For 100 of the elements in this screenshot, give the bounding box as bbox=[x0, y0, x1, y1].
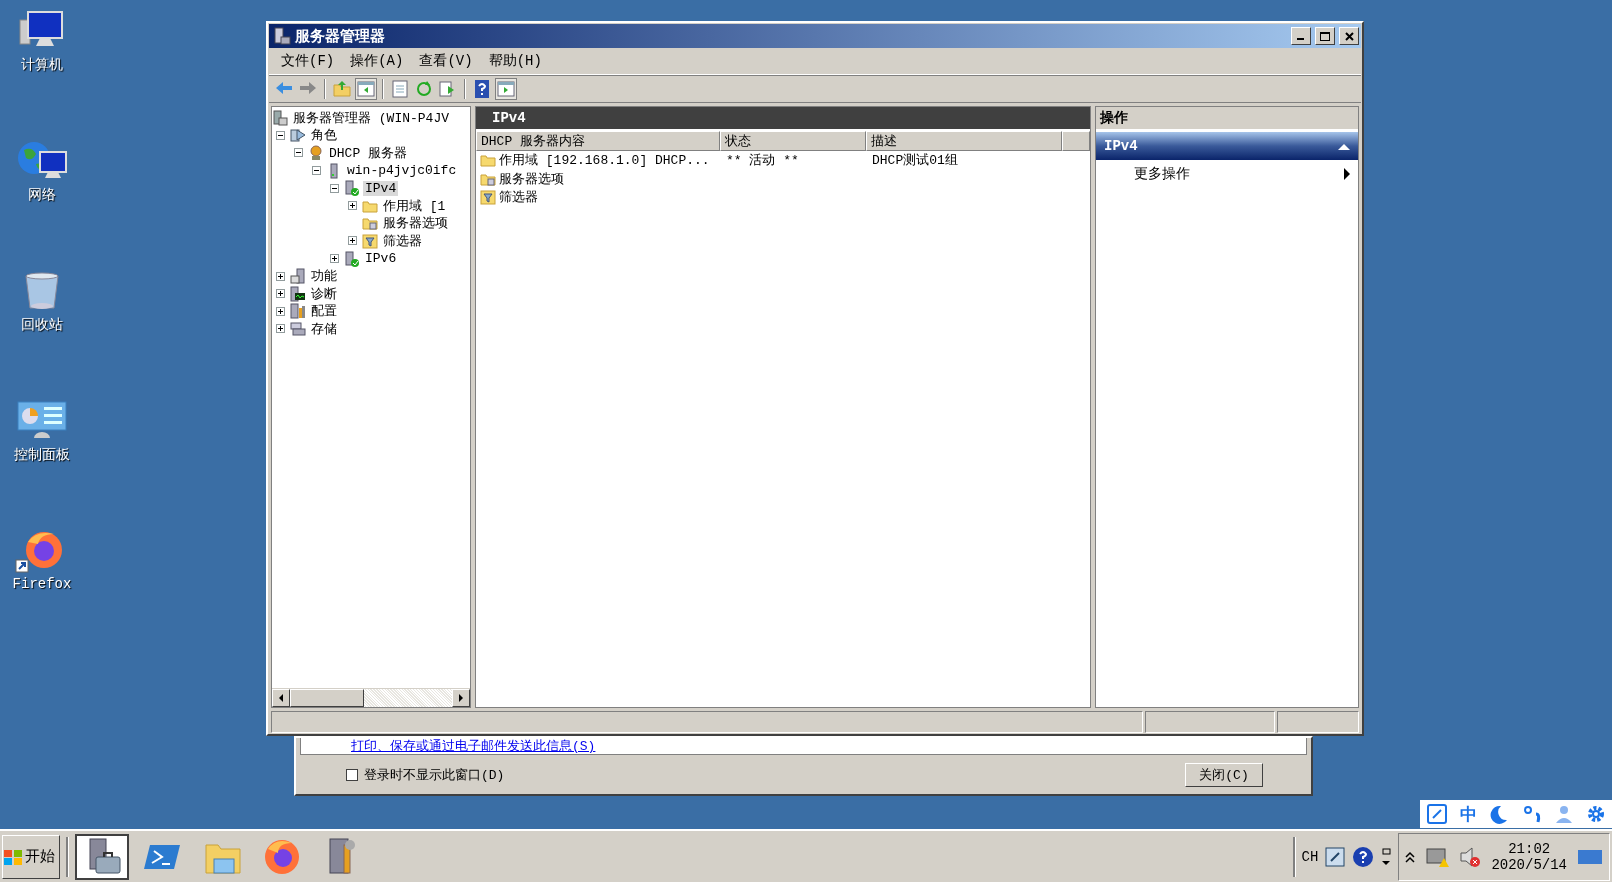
desktop-shortcut[interactable]: 控制面板 bbox=[6, 398, 78, 464]
desktop-shortcut[interactable]: 计算机 bbox=[6, 8, 78, 74]
expand-button[interactable] bbox=[276, 306, 285, 316]
punctuation-icon bbox=[1521, 804, 1542, 824]
horizontal-scrollbar[interactable] bbox=[272, 688, 470, 707]
caret-up-icon bbox=[1338, 142, 1350, 150]
left-arrow-icon bbox=[278, 694, 284, 702]
desktop-shortcut[interactable]: 回收站 bbox=[6, 268, 78, 334]
speaker-muted-icon bbox=[1459, 844, 1482, 869]
filter-icon bbox=[362, 232, 378, 249]
config-icon bbox=[290, 303, 306, 320]
expand-button[interactable] bbox=[348, 201, 357, 211]
tree-item[interactable]: 作用域 [1 bbox=[381, 196, 448, 215]
language-indicator[interactable]: CH bbox=[1301, 848, 1319, 865]
caret-right-icon bbox=[1344, 168, 1350, 180]
column-header[interactable]: DHCP 服务器内容 bbox=[476, 131, 720, 151]
maximize-icon bbox=[1320, 31, 1330, 41]
tree-item[interactable]: IPv4 bbox=[363, 180, 399, 196]
plus-icon bbox=[277, 307, 284, 315]
filter-icon bbox=[480, 189, 496, 206]
actions-section-header[interactable]: IPv4 bbox=[1096, 132, 1358, 160]
action-item[interactable]: 更多操作 bbox=[1096, 160, 1358, 188]
document-icon bbox=[390, 79, 410, 99]
expand-button[interactable] bbox=[276, 271, 285, 281]
pane-title: IPv4 bbox=[476, 107, 1090, 129]
window-title: 服务器管理器 bbox=[295, 27, 386, 46]
help-icon bbox=[1352, 845, 1375, 868]
user-icon bbox=[1553, 804, 1574, 824]
handwriting-pad-icon bbox=[1324, 845, 1347, 868]
help-icon bbox=[472, 79, 492, 99]
tree-item[interactable]: 诊断 bbox=[309, 284, 339, 303]
server-icon bbox=[273, 27, 291, 45]
input-mode-toggle[interactable]: 中 bbox=[1460, 802, 1478, 826]
chevron-up-icon bbox=[1405, 849, 1416, 864]
tree-item[interactable]: 筛选器 bbox=[381, 231, 424, 250]
trophy-icon bbox=[308, 145, 324, 161]
expand-button[interactable] bbox=[348, 236, 357, 246]
server-icon bbox=[272, 109, 288, 126]
tree-item[interactable]: 服务器管理器 (WIN-P4JV bbox=[291, 108, 451, 127]
expand-button[interactable] bbox=[330, 254, 339, 264]
properties-button[interactable] bbox=[389, 78, 411, 100]
plus-icon bbox=[349, 202, 356, 210]
collapse-button[interactable] bbox=[294, 148, 303, 158]
clock-date[interactable]: 2020/5/14 bbox=[1491, 856, 1567, 873]
menu-item[interactable]: 查看(V) bbox=[413, 50, 479, 72]
right-arrow-icon bbox=[458, 694, 464, 702]
clock-time[interactable]: 21:02 bbox=[1508, 840, 1551, 857]
folder-options-icon bbox=[362, 215, 378, 232]
features-icon bbox=[290, 268, 306, 285]
server-check-icon bbox=[344, 250, 360, 267]
folder-icon bbox=[480, 152, 496, 169]
tree-item[interactable]: DHCP 服务器 bbox=[327, 144, 409, 162]
tree-item[interactable]: IPv6 bbox=[363, 251, 399, 267]
plus-icon bbox=[277, 272, 284, 280]
console-tree-button[interactable] bbox=[355, 78, 377, 100]
restore-icon bbox=[1380, 845, 1393, 868]
taskbar-app-button[interactable] bbox=[75, 833, 129, 880]
list-item[interactable]: 作用域 [192.168.1.0] DHCP... bbox=[476, 151, 720, 170]
menu-item[interactable]: 文件(F) bbox=[275, 50, 341, 72]
plus-icon bbox=[349, 237, 356, 245]
diagnostics-icon bbox=[290, 285, 306, 302]
list-item[interactable]: 筛选器 bbox=[476, 188, 720, 207]
refresh-icon bbox=[414, 79, 434, 99]
maximize-button[interactable] bbox=[1315, 27, 1335, 45]
collapse-button[interactable] bbox=[312, 166, 321, 176]
plus-icon bbox=[277, 325, 284, 333]
close-icon bbox=[1344, 31, 1354, 41]
tree-item[interactable]: 配置 bbox=[309, 302, 339, 321]
start-button[interactable]: 开始 bbox=[2, 834, 60, 879]
panel-icon bbox=[496, 79, 516, 99]
roles-icon bbox=[290, 127, 306, 144]
column-header[interactable]: 描述 bbox=[866, 131, 1062, 151]
list-item[interactable]: 服务器选项 bbox=[476, 169, 720, 188]
column-header[interactable]: 状态 bbox=[720, 131, 866, 151]
desktop-shortcut[interactable]: Firefox bbox=[6, 528, 78, 592]
tree-item[interactable]: 存储 bbox=[309, 319, 339, 338]
minimize-button[interactable] bbox=[1291, 27, 1311, 45]
tree-item[interactable]: 服务器选项 bbox=[381, 214, 450, 233]
expand-button[interactable] bbox=[276, 289, 285, 299]
status-cell-text: ** 活动 ** bbox=[725, 152, 800, 170]
checkbox[interactable] bbox=[346, 768, 358, 781]
menu-item[interactable]: 操作(A) bbox=[344, 50, 410, 72]
tree-item[interactable]: 角色 bbox=[309, 126, 339, 145]
close-dialog-button[interactable]: 关闭(C) bbox=[1185, 762, 1263, 787]
handwriting-pad-icon bbox=[1426, 803, 1449, 825]
panel-icon bbox=[356, 79, 376, 99]
menu-item[interactable]: 帮助(H) bbox=[482, 50, 548, 72]
tree-item[interactable]: 功能 bbox=[309, 267, 339, 286]
action-pane-button[interactable] bbox=[495, 78, 517, 100]
close-button[interactable] bbox=[1339, 27, 1359, 45]
description-cell-text: DHCP测试01组 bbox=[871, 152, 959, 170]
moon-icon bbox=[1489, 804, 1510, 824]
collapse-button[interactable] bbox=[276, 130, 285, 140]
tree-item[interactable]: win-p4jvjc0ifc bbox=[345, 163, 459, 179]
pane-title: 操作 bbox=[1096, 107, 1358, 130]
folder-up-icon bbox=[332, 79, 352, 99]
expand-button[interactable] bbox=[276, 324, 285, 334]
collapse-button[interactable] bbox=[330, 183, 339, 193]
desktop-shortcut[interactable]: 网络 bbox=[6, 138, 78, 204]
plus-icon bbox=[331, 255, 338, 263]
